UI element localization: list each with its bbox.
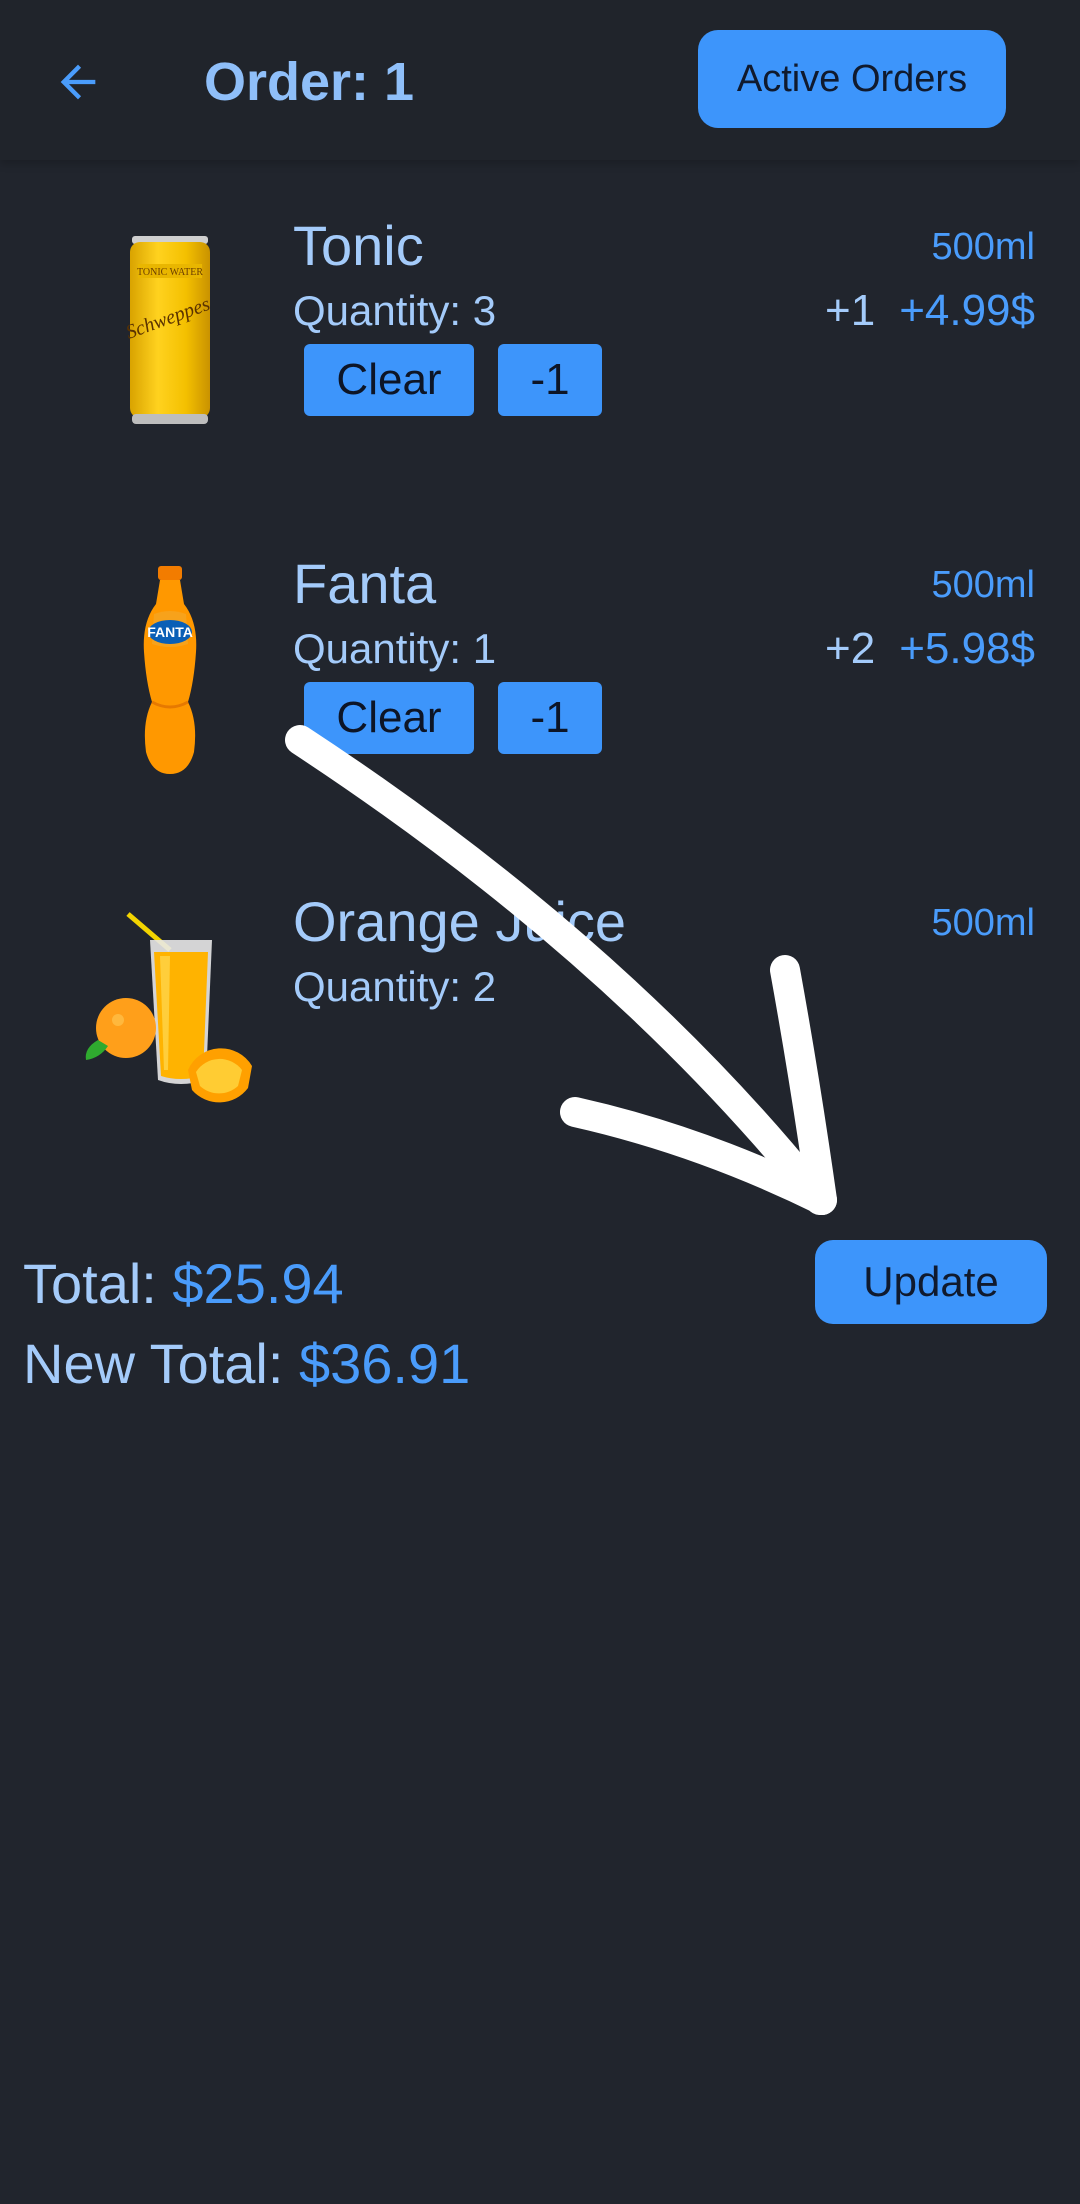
new-total-label: New Total:	[23, 1332, 299, 1395]
item-size: 500ml	[931, 226, 1036, 268]
item-name: Fanta	[293, 552, 437, 615]
price-delta: +4.99$	[899, 286, 1035, 335]
clear-button[interactable]: Clear	[304, 682, 474, 754]
decrement-button[interactable]: -1	[498, 344, 602, 416]
total-label: Total:	[23, 1252, 173, 1315]
orange-juice-image	[85, 912, 252, 1103]
total-value: $25.94	[172, 1252, 344, 1315]
item-name: Tonic	[293, 214, 424, 277]
item-change: +1 +4.99$	[825, 284, 1035, 338]
order-item-tonic: TONIC WATER Schweppes Tonic 500ml Quanti…	[0, 214, 1080, 514]
page-title: Order: 1	[204, 52, 415, 112]
item-size: 500ml	[931, 902, 1036, 944]
item-quantity: Quantity: 3	[293, 287, 497, 334]
app-bar: Order: 1 Active Orders	[0, 0, 1080, 160]
item-quantity: Quantity: 2	[293, 963, 497, 1010]
decrement-button[interactable]: -1	[498, 682, 602, 754]
svg-text:FANTA: FANTA	[147, 624, 193, 640]
order-screen: Order: 1 Active Orders TONIC WATER Schwe…	[0, 0, 1080, 2204]
active-orders-button[interactable]: Active Orders	[698, 30, 1006, 128]
new-total-value: $36.91	[298, 1332, 471, 1395]
quantity-delta: +2	[825, 624, 876, 673]
item-actions: Clear -1	[304, 682, 602, 754]
arrow-left-icon	[60, 64, 96, 100]
tonic-can-image: TONIC WATER Schweppes	[123, 236, 213, 424]
item-actions: Clear -1	[304, 344, 602, 416]
item-quantity: Quantity: 1	[293, 625, 497, 672]
price-delta: +5.98$	[899, 624, 1035, 673]
back-button[interactable]	[46, 50, 110, 114]
new-total-line: New Total: $36.91	[23, 1330, 470, 1398]
quantity-delta: +1	[825, 286, 876, 335]
update-button[interactable]: Update	[815, 1240, 1047, 1324]
clear-button[interactable]: Clear	[304, 344, 474, 416]
order-item-orange-juice: Orange Juice 500ml Quantity: 2	[0, 890, 1080, 1190]
order-item-fanta: FANTA Fanta 500ml Quantity: 1 +2 +5.98$ …	[0, 552, 1080, 852]
svg-text:TONIC WATER: TONIC WATER	[137, 267, 203, 278]
total-line: Total: $25.94	[23, 1250, 344, 1318]
item-name: Orange Juice	[293, 890, 627, 953]
item-change: +2 +5.98$	[825, 622, 1035, 676]
item-size: 500ml	[931, 564, 1036, 606]
fanta-bottle-image: FANTA	[143, 566, 197, 774]
